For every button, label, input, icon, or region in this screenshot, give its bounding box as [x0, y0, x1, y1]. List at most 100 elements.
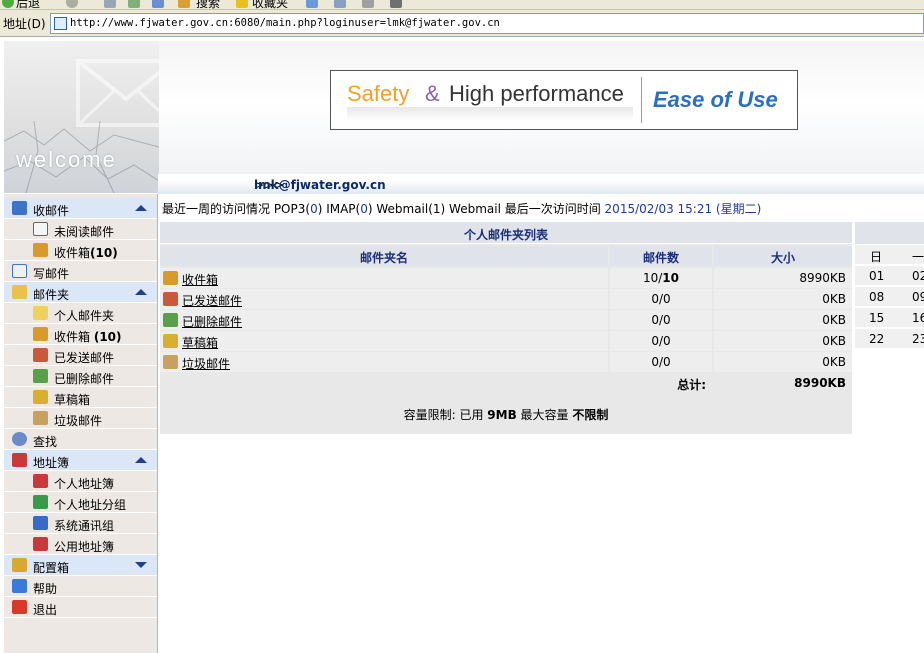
- collapse-arrow-icon[interactable]: [135, 205, 147, 211]
- sidebar-item-unread[interactable]: 未阅读邮件: [4, 219, 157, 240]
- sidebar-item-logout[interactable]: 退出: [4, 597, 157, 618]
- sidebar-item-personal-groups[interactable]: 个人地址分组: [4, 492, 157, 513]
- sidebar-item-deleted[interactable]: 已删除邮件: [4, 366, 157, 387]
- folder-link-sent[interactable]: 已发送邮件: [160, 289, 608, 309]
- sidebar-item-public-addressbook[interactable]: 公用地址簿: [4, 534, 157, 555]
- slogan-reflection: [347, 107, 633, 121]
- url-input[interactable]: http://www.fjwater.gov.cn:6080/main.php?…: [50, 13, 924, 34]
- collapse-arrow-icon[interactable]: [135, 289, 147, 295]
- mail-icon[interactable]: [334, 0, 346, 8]
- last-visit-time: 2015/02/03 15:21 (星期二): [604, 202, 762, 216]
- sidebar-item-inbox[interactable]: 收件箱(10): [4, 240, 157, 261]
- sidebar-item-sent[interactable]: 已发送邮件: [4, 345, 157, 366]
- visit-summary: 最近一周的访问情况 POP3(0) IMAP(0) Webmail(1) Web…: [160, 196, 924, 218]
- welcome-text: welcome: [16, 147, 117, 172]
- sidebar-item-compose[interactable]: 写邮件: [4, 261, 157, 282]
- calendar-week: 15 16: [855, 307, 924, 327]
- sidebar-item-personal-folders[interactable]: 个人邮件夹: [4, 303, 157, 324]
- folder-link-junk[interactable]: 垃圾邮件: [160, 352, 608, 372]
- sidebar-section-folders[interactable]: 邮件夹: [4, 282, 157, 303]
- sidebar-section-inbox[interactable]: 收邮件: [4, 198, 157, 219]
- calendar-day[interactable]: 23: [912, 332, 924, 346]
- folder-name: 已删除邮件: [182, 315, 243, 329]
- back-button[interactable]: 后退: [16, 0, 40, 9]
- trash-icon: [33, 369, 48, 383]
- collapse-arrow-icon[interactable]: [135, 457, 147, 463]
- calendar-header-row: 日 一: [855, 244, 924, 264]
- calendar-day[interactable]: 15: [869, 311, 884, 325]
- logout-icon: [12, 600, 27, 614]
- mail-count: 0/0: [610, 289, 712, 309]
- calendar-week: 01 02: [855, 265, 924, 285]
- capacity-info: 容量限制: 已用 9MB 最大容量 不限制: [160, 406, 852, 423]
- sidebar-item-junk[interactable]: 垃圾邮件: [4, 408, 157, 429]
- table-row: 已发送邮件 0/0 0KB: [160, 289, 852, 309]
- edit-icon[interactable]: [390, 0, 402, 8]
- sidebar-item-inbox-folder[interactable]: 收件箱 (10): [4, 324, 157, 345]
- refresh-icon[interactable]: [128, 0, 140, 8]
- sidebar-item-search[interactable]: 查找: [4, 429, 157, 450]
- calendar-day[interactable]: 02: [912, 269, 924, 283]
- mail-count: 0/0: [610, 310, 712, 330]
- info-text: 最近一周的访问情况 POP3(: [162, 202, 311, 216]
- home-icon[interactable]: [152, 0, 164, 8]
- calendar-day[interactable]: 08: [869, 290, 884, 304]
- slogan-banner: Safety & High performance Ease of Use: [330, 70, 798, 130]
- search-icon: [12, 432, 27, 446]
- group-icon: [33, 495, 48, 509]
- info-text: ) IMAP(: [317, 202, 361, 216]
- star-icon[interactable]: [236, 0, 248, 8]
- stop-icon[interactable]: [104, 0, 116, 8]
- sidebar-label: 个人地址分组: [54, 498, 127, 512]
- calendar-day[interactable]: 16: [912, 311, 924, 325]
- folder-icon: [12, 285, 27, 299]
- capacity-text: 容量限制: 已用: [403, 408, 488, 422]
- junk-icon: [33, 411, 48, 425]
- column-header-name: 邮件夹名: [160, 246, 608, 266]
- address-label: 地址(D): [3, 17, 46, 31]
- sidebar-label: 已发送邮件: [54, 351, 115, 365]
- folder-link-deleted[interactable]: 已删除邮件: [160, 310, 608, 330]
- expand-arrow-icon[interactable]: [135, 562, 147, 568]
- sidebar-section-config[interactable]: 配置箱: [4, 555, 157, 576]
- slogan-ease-of-use: Ease of Use: [653, 87, 778, 112]
- page-banner: welcome Safety & High performance Ease o…: [4, 41, 924, 193]
- imap-count: 0: [360, 202, 368, 216]
- users-icon: [33, 516, 48, 530]
- slogan-high-performance: High performance: [449, 81, 624, 106]
- page-icon: [54, 17, 67, 30]
- print-icon[interactable]: [362, 0, 374, 8]
- sidebar-item-drafts[interactable]: 草稿箱: [4, 387, 157, 408]
- url-text[interactable]: http://www.fjwater.gov.cn:6080/main.php?…: [70, 17, 500, 29]
- calendar-day[interactable]: 01: [869, 269, 884, 283]
- sidebar-item-system-groups[interactable]: 系统通讯组: [4, 513, 157, 534]
- forward-icon[interactable]: [66, 0, 78, 8]
- folder-size: 0KB: [714, 310, 852, 330]
- weekday-sun: 日: [870, 250, 883, 264]
- back-icon[interactable]: [2, 0, 14, 8]
- folders-panel: 个人邮件夹列表 邮件夹名 邮件数 大小 收件箱 10/10 8990KB 已发送…: [160, 222, 852, 434]
- sidebar-section-addressbook[interactable]: 地址簿: [4, 450, 157, 471]
- history-icon[interactable]: [306, 0, 318, 8]
- address-bar: 地址(D) http://www.fjwater.gov.cn:6080/mai…: [0, 10, 924, 37]
- sidebar-label: 个人邮件夹: [54, 309, 115, 323]
- calendar-day[interactable]: 09: [912, 290, 924, 304]
- sidebar-item-personal-addressbook[interactable]: 个人地址簿: [4, 471, 157, 492]
- sidebar-item-help[interactable]: 帮助: [4, 576, 157, 597]
- folder-size: 8990KB: [714, 268, 852, 288]
- column-header-count: 邮件数: [610, 246, 712, 266]
- search-button[interactable]: 搜索: [196, 0, 220, 9]
- calendar-day[interactable]: 22: [869, 332, 884, 346]
- sidebar-label: 收件箱(10): [54, 246, 118, 260]
- info-text: ) Webmail(1) Webmail 最后一次访问时间: [367, 202, 605, 216]
- trash-icon: [163, 313, 178, 327]
- search-icon[interactable]: [178, 0, 190, 8]
- folder-size: 0KB: [714, 289, 852, 309]
- folder-name: 收件箱: [182, 273, 219, 287]
- folder-name: 垃圾邮件: [182, 357, 231, 371]
- inbox-icon: [33, 327, 48, 341]
- favorites-button[interactable]: 收藏夹: [252, 0, 288, 9]
- folder-link-drafts[interactable]: 草稿箱: [160, 331, 608, 351]
- mail-count: 0/0: [610, 352, 712, 372]
- folder-link-inbox[interactable]: 收件箱: [160, 268, 608, 288]
